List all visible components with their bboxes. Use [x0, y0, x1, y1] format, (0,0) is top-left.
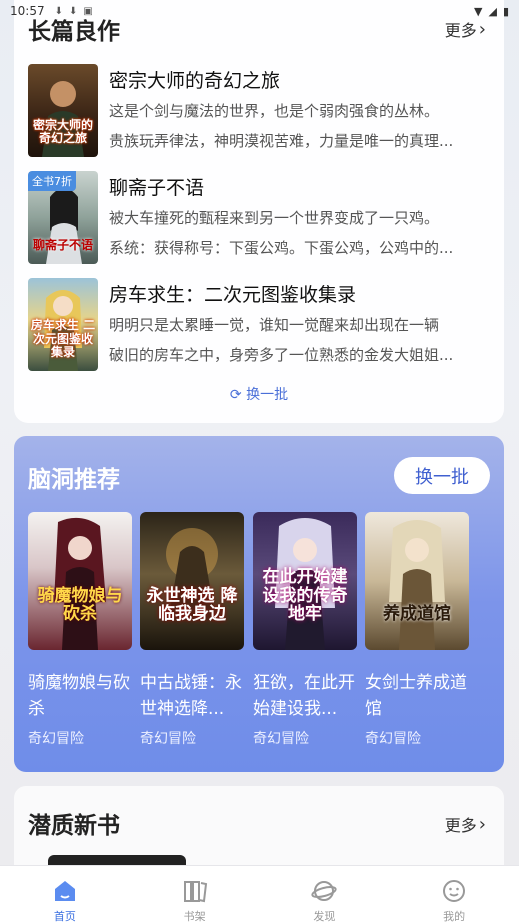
section-brain-hole: 脑洞推荐 换一批 骑魔物娘与砍杀 骑魔物娘与砍杀 奇幻冒险 永世神选 降临我身边… [14, 436, 504, 772]
book-item[interactable]: 全书7折 聊斋子不语 聊斋子不语 被大车撞死的甄程来到另一个世界变成了一只鸡。 … [28, 171, 494, 267]
download-icon: ⬇ [54, 5, 63, 17]
cover-title: 养成道馆 [383, 604, 451, 625]
book-cover: 全书7折 聊斋子不语 [28, 171, 98, 264]
grid-book-item[interactable]: 养成道馆 女剑士养成道馆 奇幻冒险 [365, 512, 469, 748]
book-name: 中古战锤：永世神选降... [140, 673, 242, 719]
battery-icon: ▮ [502, 4, 509, 18]
grid-book-item[interactable]: 永世神选 降临我身边 中古战锤：永世神选降... 奇幻冒险 [140, 512, 244, 748]
system-icons: ▼ ◢ ▮ [474, 5, 509, 18]
cover-title: 在此开始建设我的传奇地牢 [262, 566, 348, 625]
book-category: 奇幻冒险 [365, 731, 421, 747]
cover-title: 房车求生 二次元图鉴收集录 [30, 318, 96, 359]
book-desc: 被大车撞死的甄程来到另一个世界变成了一只鸡。 [109, 209, 440, 227]
refresh-button[interactable]: 换一批 [394, 457, 490, 494]
download-icon: ⬇ [68, 5, 78, 17]
more-label: 更多 [444, 816, 477, 835]
figure-illustration [389, 520, 445, 650]
figure-illustration [54, 517, 106, 650]
book-desc: 贵族玩弄律法，神明漠视苦难，力量是唯一的真理... [109, 132, 454, 150]
cover-title: 聊斋子不语 [32, 237, 93, 252]
home-icon [50, 876, 80, 905]
book-category: 奇幻冒险 [140, 731, 196, 747]
book-name: 女剑士养成道馆 [365, 673, 467, 719]
book-name: 狂欲，在此开始建设我... [253, 673, 355, 719]
nav-label: 我的 [443, 910, 466, 923]
more-link[interactable]: 更多 › [445, 812, 486, 836]
chevron-right-icon: › [478, 813, 486, 835]
book-item[interactable]: 密宗大师的奇幻之旅 密宗大师的奇幻之旅 这是个剑与魔法的世界，也是个弱肉强食的丛… [28, 64, 494, 160]
app-icon: ▣ [83, 5, 93, 17]
book-cover: 养成道馆 [365, 512, 469, 650]
book-desc: 明明只是太累睡一觉，谁知一觉醒来却出现在一辆 [109, 316, 440, 334]
grid-book-item[interactable]: 在此开始建设我的传奇地牢 狂欲，在此开始建设我... 奇幻冒险 [253, 512, 357, 748]
cover-title: 密宗大师的奇幻之旅 [32, 117, 93, 145]
refresh-button[interactable]: ⟳ 换一批 [14, 384, 504, 404]
book-category: 奇幻冒险 [28, 731, 84, 747]
nav-home[interactable]: 首页 [0, 866, 130, 924]
book-title: 密宗大师的奇幻之旅 [109, 70, 281, 92]
bookshelf-icon [180, 876, 210, 905]
book-cover: 骑魔物娘与砍杀 [28, 512, 132, 650]
book-desc: 破旧的房车之中，身旁多了一位熟悉的金发大姐姐... [109, 346, 454, 364]
book-cover: 在此开始建设我的传奇地牢 [253, 512, 357, 650]
status-bar: 10:57 ⬇ ⬇ ▣ ▼ ◢ ▮ [0, 0, 519, 22]
book-title: 聊斋子不语 [109, 177, 205, 199]
nav-label: 首页 [53, 910, 76, 923]
book-title: 房车求生：二次元图鉴收集录 [109, 284, 357, 306]
section-long-books: 长篇良作 更多 › 密宗大师的奇幻之旅 密宗大师的奇幻之旅 这是个剑与魔法的世界… [14, 0, 504, 423]
book-desc: 这是个剑与魔法的世界，也是个弱肉强食的丛林。 [109, 102, 440, 120]
nav-label: 书架 [183, 910, 206, 923]
section-title: 潜质新书 [28, 813, 120, 839]
nav-label: 发现 [313, 910, 336, 923]
cover-title: 永世神选 降临我身边 [146, 585, 238, 625]
section-title: 脑洞推荐 [28, 467, 120, 493]
book-cover: 房车求生 二次元图鉴收集录 [28, 278, 98, 371]
signal-icon: ◢ [488, 4, 497, 18]
wifi-icon: ▼ [474, 4, 483, 18]
book-item[interactable]: 房车求生 二次元图鉴收集录 房车求生：二次元图鉴收集录 明明只是太累睡一觉，谁知… [28, 278, 494, 374]
discount-tag: 全书7折 [28, 171, 76, 191]
profile-icon [439, 876, 469, 905]
grid-book-item[interactable]: 骑魔物娘与砍杀 骑魔物娘与砍杀 奇幻冒险 [28, 512, 132, 748]
book-cover: 密宗大师的奇幻之旅 [28, 64, 98, 157]
book-category: 奇幻冒险 [253, 731, 309, 747]
status-time: 10:57 [10, 4, 45, 18]
refresh-icon: ⟳ [229, 387, 242, 403]
notification-icons: ⬇ ⬇ ▣ [55, 6, 93, 17]
figure-illustration [166, 528, 218, 622]
nav-profile[interactable]: 我的 [389, 866, 519, 924]
planet-icon [309, 876, 339, 905]
cover-title: 骑魔物娘与砍杀 [37, 585, 123, 625]
nav-bookshelf[interactable]: 书架 [130, 866, 260, 924]
book-name: 骑魔物娘与砍杀 [28, 673, 130, 719]
bottom-nav: 首页 书架 发现 我的 [0, 865, 519, 924]
book-cover: 永世神选 降临我身边 [140, 512, 244, 650]
nav-discover[interactable]: 发现 [260, 866, 390, 924]
book-desc: 系统：获得称号：下蛋公鸡。下蛋公鸡，公鸡中的... [109, 239, 454, 257]
refresh-label: 换一批 [246, 387, 289, 403]
